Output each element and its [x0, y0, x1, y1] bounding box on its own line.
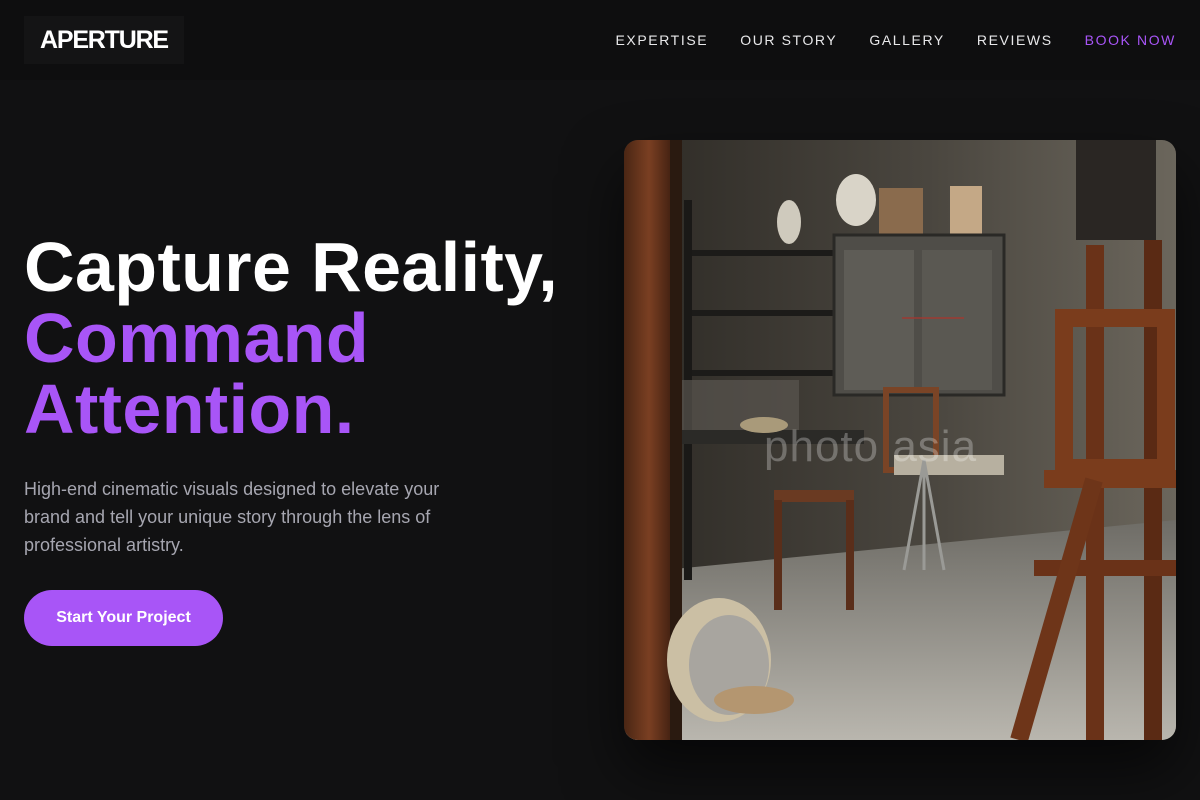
headline-line-3: Attention. [24, 370, 355, 448]
nav-link-reviews[interactable]: REVIEWS [977, 32, 1053, 48]
hero-subtitle: High-end cinematic visuals designed to e… [24, 479, 440, 555]
nav-link-our-story[interactable]: OUR STORY [740, 32, 837, 48]
nav-link-expertise[interactable]: EXPERTISE [615, 32, 708, 48]
start-project-button[interactable]: Start Your Project [24, 590, 223, 646]
photo-watermark: photo asia [764, 422, 978, 471]
headline-line-1: Capture Reality, [24, 228, 559, 306]
main-nav: EXPERTISE OUR STORY GALLERY REVIEWS BOOK… [615, 0, 1176, 80]
nav-link-gallery[interactable]: GALLERY [869, 32, 945, 48]
headline-line-2: Command [24, 299, 370, 377]
hero-studio-photo: photo asia [624, 140, 1176, 740]
site-header: APERTURE EXPERTISE OUR STORY GALLERY REV… [0, 0, 1200, 80]
hero-section: Capture Reality, Command Attention. High… [24, 232, 604, 646]
nav-book-now-link[interactable]: BOOK NOW [1085, 32, 1176, 48]
brand-logo[interactable]: APERTURE [24, 16, 184, 64]
hero-headline: Capture Reality, Command Attention. [24, 232, 604, 445]
